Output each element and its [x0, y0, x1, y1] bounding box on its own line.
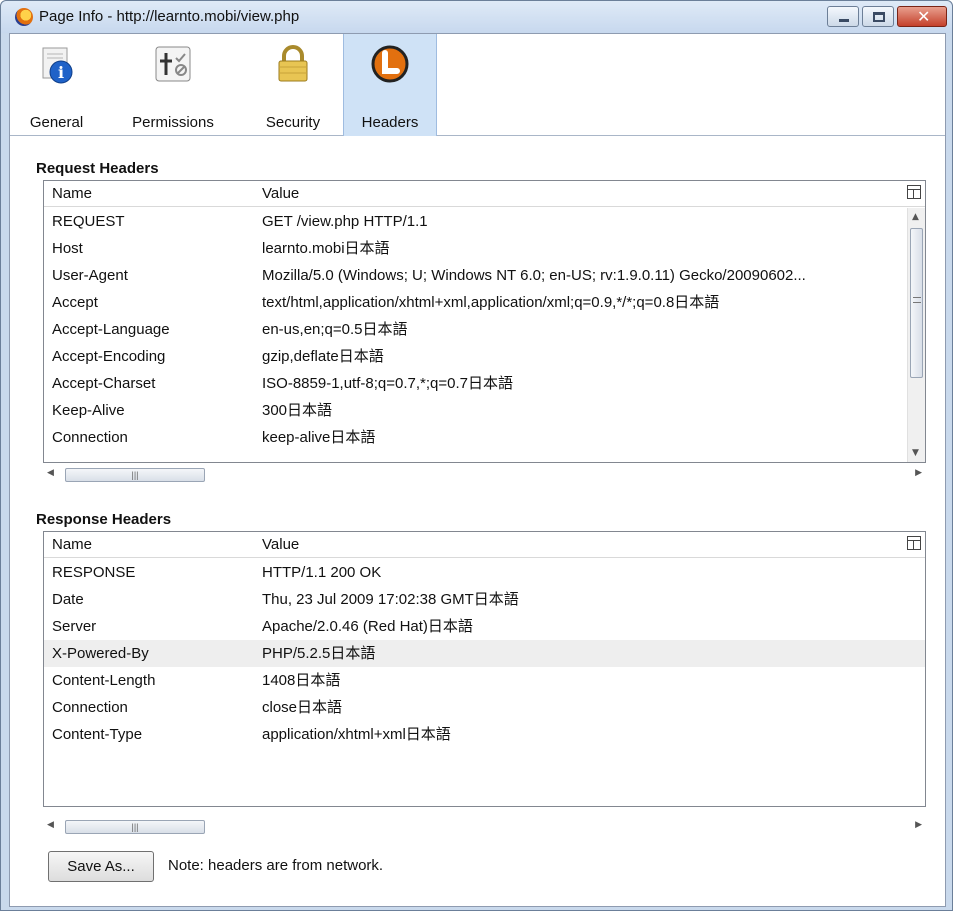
response-horizontal-scrollbar[interactable]: ◀ ||| ▶ — [43, 817, 926, 837]
table-row[interactable]: Accept-Encoding gzip,deflate日本語 — [44, 343, 925, 370]
tab-security[interactable]: Security — [243, 34, 343, 136]
scroll-up-icon[interactable]: ▲ — [912, 212, 919, 222]
column-name-header[interactable]: Name — [52, 185, 92, 202]
window-title: Page Info - http://learnto.mobi/view.php — [39, 8, 300, 25]
grip-icon — [913, 297, 921, 303]
headers-source-note: Note: headers are from network. — [168, 857, 384, 874]
table-row[interactable]: Connection keep-alive日本語 — [44, 424, 925, 451]
column-value-header[interactable]: Value — [262, 536, 299, 553]
column-picker-icon[interactable] — [907, 536, 921, 550]
scroll-left-icon[interactable]: ◀ — [47, 820, 54, 830]
request-headers-title: Request Headers — [36, 160, 159, 177]
page-info-window: Page Info - http://learnto.mobi/view.php… — [0, 0, 953, 911]
scroll-right-icon[interactable]: ▶ — [915, 820, 922, 830]
request-rows: REQUEST GET /view.php HTTP/1.1 Host learnt… — [44, 208, 925, 462]
table-row[interactable]: Accept-Charset ISO-8859-1,utf-8;q=0.7,*;q… — [44, 370, 925, 397]
table-row[interactable]: Host learnto.mobi日本語 — [44, 235, 925, 262]
request-vertical-scroll-thumb[interactable] — [910, 228, 923, 378]
scroll-left-icon[interactable]: ◀ — [47, 468, 54, 478]
column-value-header[interactable]: Value — [262, 185, 299, 202]
column-name-header[interactable]: Name — [52, 536, 92, 553]
response-table-header: Name Value — [44, 532, 925, 558]
table-row[interactable]: Accept-Language en-us,en;q=0.5日本語 — [44, 316, 925, 343]
request-headers-table[interactable]: Name Value REQUEST GET /view.php HTTP/1.1… — [43, 180, 926, 463]
minimize-icon — [839, 19, 849, 22]
response-headers-title: Response Headers — [36, 511, 172, 528]
table-row[interactable]: Connection close日本語 — [44, 694, 925, 721]
tab-headers-label: Headers — [361, 114, 419, 131]
scroll-right-icon[interactable]: ▶ — [915, 468, 922, 478]
title-bar[interactable]: Page Info - http://learnto.mobi/view.php… — [1, 1, 952, 33]
tab-headers[interactable]: Headers — [343, 34, 437, 136]
table-row[interactable]: REQUEST GET /view.php HTTP/1.1 — [44, 208, 925, 235]
tab-permissions[interactable]: Permissions — [103, 34, 243, 136]
table-row[interactable]: Content-Type application/xhtml+xml日本語 — [44, 721, 925, 748]
minimize-button[interactable] — [827, 6, 859, 27]
scroll-down-icon[interactable]: ▼ — [912, 448, 919, 458]
maximize-icon — [873, 12, 885, 22]
table-row[interactable]: Date Thu, 23 Jul 2009 17:02:38 GMT日本語 — [44, 586, 925, 613]
table-row[interactable]: User-Agent Mozilla/5.0 (Windows; U; Windo… — [44, 262, 925, 289]
column-picker-icon[interactable] — [907, 185, 921, 199]
table-row[interactable]: Server Apache/2.0.46 (Red Hat)日本語 — [44, 613, 925, 640]
request-horizontal-scroll-thumb[interactable]: ||| — [65, 468, 205, 482]
headers-icon — [371, 45, 409, 83]
info-icon: i — [42, 47, 72, 84]
firefox-icon — [15, 8, 33, 26]
tab-general-label: General — [29, 114, 84, 131]
close-button[interactable]: ✕ — [897, 6, 947, 27]
close-icon: ✕ — [917, 7, 931, 26]
response-horizontal-scroll-thumb[interactable]: ||| — [65, 820, 205, 834]
request-table-header: Name Value — [44, 181, 925, 207]
tab-toolbar: i General Permissions Security Headers — [10, 34, 945, 136]
table-row[interactable]: RESPONSE HTTP/1.1 200 OK — [44, 559, 925, 586]
permissions-icon — [155, 46, 191, 82]
save-as-button[interactable]: Save As... — [48, 851, 154, 882]
tab-general[interactable]: i General — [10, 34, 103, 136]
tab-permissions-label: Permissions — [132, 114, 214, 131]
request-horizontal-scrollbar[interactable]: ◀ ||| ▶ — [43, 465, 926, 485]
lock-icon — [278, 45, 308, 82]
maximize-button[interactable] — [862, 6, 894, 27]
table-row[interactable]: Content-Length 1408日本語 — [44, 667, 925, 694]
table-row[interactable]: Keep-Alive 300日本語 — [44, 397, 925, 424]
svg-text:i: i — [57, 63, 63, 82]
table-row[interactable]: Accept text/html,application/xhtml+xml,ap… — [44, 289, 925, 316]
dialog-client-area: i General Permissions Security Headers R… — [9, 33, 946, 907]
tab-security-label: Security — [265, 114, 321, 131]
response-headers-table[interactable]: Name Value RESPONSE HTTP/1.1 200 OK Date T… — [43, 531, 926, 807]
table-row[interactable]: X-Powered-By PHP/5.2.5日本語 — [44, 640, 925, 667]
response-rows: RESPONSE HTTP/1.1 200 OK Date Thu, 23 Jul … — [44, 559, 925, 806]
request-vertical-scrollbar[interactable]: ▲ ▼ — [907, 208, 925, 462]
